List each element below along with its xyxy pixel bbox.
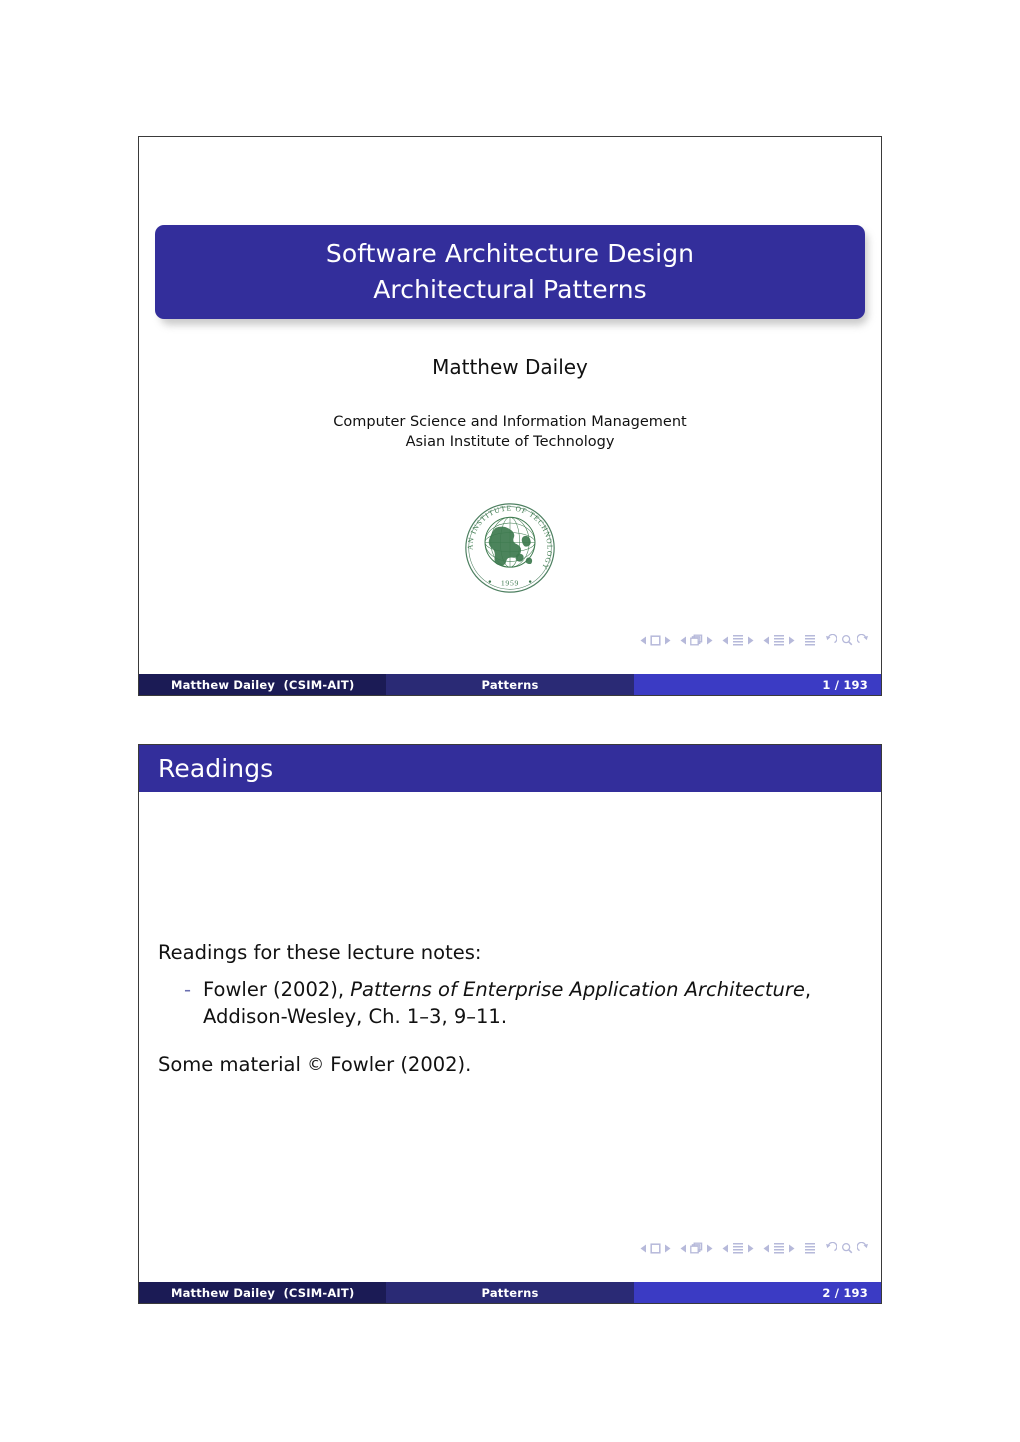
presentation-title-line-2: Architectural Patterns xyxy=(373,275,647,304)
nav-group-slide[interactable] xyxy=(640,1242,671,1254)
prev-slide-icon[interactable] xyxy=(640,636,647,645)
next-frame-icon[interactable] xyxy=(706,1244,713,1253)
nav-group-history[interactable] xyxy=(825,634,869,646)
citation-title: Patterns of Enterprise Application Archi… xyxy=(350,978,805,1001)
slide-footer-1: Matthew Dailey (CSIM-AIT) Patterns 1 / 1… xyxy=(139,674,881,695)
next-section-icon[interactable] xyxy=(788,1244,795,1253)
prev-frame-icon[interactable] xyxy=(680,636,687,645)
title-block: Software Architecture Design Architectur… xyxy=(155,225,868,325)
back-icon[interactable] xyxy=(825,1242,837,1254)
slide-icon[interactable] xyxy=(650,634,661,646)
next-frame-icon[interactable] xyxy=(706,636,713,645)
navigation-symbols-1[interactable] xyxy=(640,634,869,646)
slide-readings-body: Readings Readings for these lecture note… xyxy=(139,745,881,1281)
presentation-title-line-1: Software Architecture Design xyxy=(325,239,695,268)
copyright-paragraph: Some material © Fowler (2002). xyxy=(158,1052,841,1079)
back-icon[interactable] xyxy=(825,634,837,646)
navigation-symbols-2[interactable] xyxy=(640,1242,869,1254)
toc-icon[interactable] xyxy=(804,634,816,646)
readings-bullet-list: - Fowler (2002), Patterns of Enterprise … xyxy=(158,976,841,1030)
footer-author: Matthew Dailey (CSIM-AIT) xyxy=(139,1282,387,1303)
footer-page-number: 1 / 193 xyxy=(633,674,881,695)
search-icon[interactable] xyxy=(841,634,853,646)
prev-subsection-icon[interactable] xyxy=(722,636,729,645)
forward-icon[interactable] xyxy=(857,1242,869,1254)
handout-page: Software Architecture Design Architectur… xyxy=(0,0,1020,1442)
institution-line-2: Asian Institute of Technology xyxy=(405,434,615,450)
slide-footer-2: Matthew Dailey (CSIM-AIT) Patterns 2 / 1… xyxy=(139,1282,881,1303)
title-block-fill: Software Architecture Design Architectur… xyxy=(155,225,865,319)
next-slide-icon[interactable] xyxy=(664,1244,671,1253)
bullet-dash-icon: - xyxy=(184,978,192,1001)
copyright-pre: Some material xyxy=(158,1053,308,1076)
footer-subject: Patterns xyxy=(386,1282,634,1303)
nav-group-section[interactable] xyxy=(763,1242,795,1254)
ait-seal-logo: ASIAN INSTITUTE OF TECHNOLOGY 1959 xyxy=(462,500,555,593)
frame-title-text: Readings xyxy=(158,754,274,783)
section-icon[interactable] xyxy=(773,634,785,646)
institution-line-1: Computer Science and Information Managem… xyxy=(333,414,687,430)
prev-section-icon[interactable] xyxy=(763,636,770,645)
frame-icon[interactable] xyxy=(690,1242,703,1254)
readings-content: Readings for these lecture notes: - Fowl… xyxy=(158,940,841,1079)
nav-group-frame[interactable] xyxy=(680,634,713,646)
ait-seal-year: 1959 xyxy=(501,578,519,587)
list-item: - Fowler (2002), Patterns of Enterprise … xyxy=(158,976,841,1030)
nav-group-frame[interactable] xyxy=(680,1242,713,1254)
slide-icon[interactable] xyxy=(650,1242,661,1254)
next-subsection-icon[interactable] xyxy=(747,636,754,645)
nav-group-subsection[interactable] xyxy=(722,1242,754,1254)
prev-subsection-icon[interactable] xyxy=(722,1244,729,1253)
author-name: Matthew Dailey xyxy=(432,355,588,379)
prev-section-icon[interactable] xyxy=(763,1244,770,1253)
forward-icon[interactable] xyxy=(857,634,869,646)
frame-icon[interactable] xyxy=(690,634,703,646)
slide-title-body: Software Architecture Design Architectur… xyxy=(139,137,881,673)
readings-lead: Readings for these lecture notes: xyxy=(158,941,482,964)
toc-icon[interactable] xyxy=(804,1242,816,1254)
prev-frame-icon[interactable] xyxy=(680,1244,687,1253)
nav-group-section[interactable] xyxy=(763,634,795,646)
logo-container: ASIAN INSTITUTE OF TECHNOLOGY 1959 xyxy=(139,500,881,596)
slide-title: Software Architecture Design Architectur… xyxy=(138,136,882,696)
next-slide-icon[interactable] xyxy=(664,636,671,645)
slide-readings: Readings Readings for these lecture note… xyxy=(138,744,882,1304)
institution: Computer Science and Information Managem… xyxy=(139,412,881,452)
section-icon[interactable] xyxy=(773,1242,785,1254)
frame-title-bar: Readings xyxy=(139,745,881,792)
nav-group-toc[interactable] xyxy=(804,634,816,646)
nav-group-toc[interactable] xyxy=(804,1242,816,1254)
footer-subject: Patterns xyxy=(386,674,634,695)
subsection-icon[interactable] xyxy=(732,1242,744,1254)
copyright-icon: © xyxy=(307,1055,325,1075)
footer-page-number: 2 / 193 xyxy=(633,1282,881,1303)
nav-group-slide[interactable] xyxy=(640,634,671,646)
copyright-post: Fowler (2002). xyxy=(324,1053,472,1076)
search-icon[interactable] xyxy=(841,1242,853,1254)
citation-pre: Fowler (2002), xyxy=(203,978,351,1001)
next-section-icon[interactable] xyxy=(788,636,795,645)
footer-author: Matthew Dailey (CSIM-AIT) xyxy=(139,674,387,695)
subsection-icon[interactable] xyxy=(732,634,744,646)
nav-group-subsection[interactable] xyxy=(722,634,754,646)
nav-group-history[interactable] xyxy=(825,1242,869,1254)
next-subsection-icon[interactable] xyxy=(747,1244,754,1253)
prev-slide-icon[interactable] xyxy=(640,1244,647,1253)
